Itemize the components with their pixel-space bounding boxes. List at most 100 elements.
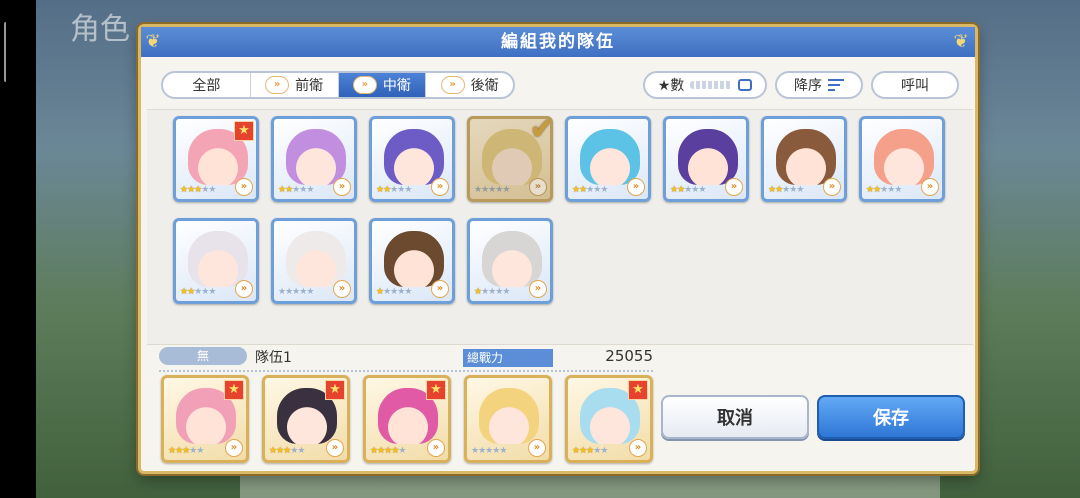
tab-all[interactable]: 全部 [163, 73, 251, 97]
roster-character-card[interactable]: ★★★★★ » [467, 218, 553, 304]
roster-character-card[interactable]: ★★★★★ » [369, 218, 455, 304]
position-front-icon: » [265, 76, 290, 94]
character-portrait [384, 129, 444, 185]
tab-back[interactable]: » 後衛 [426, 73, 513, 97]
rank-badge-icon: ★ [426, 380, 446, 400]
roster-character-card[interactable]: ★★★★★ » [369, 116, 455, 202]
star-icon: ★ [502, 287, 510, 297]
roster-character-card[interactable]: ★★★★★ » [565, 116, 651, 202]
party-slot-card[interactable]: ★★★★★ » ★ [161, 375, 249, 463]
star-icon: ★ [894, 185, 902, 195]
tab-label: 中衛 [382, 78, 411, 94]
party-slot-card[interactable]: ★★★★★ » ★ [262, 375, 350, 463]
call-button[interactable]: 呼叫 [871, 71, 959, 99]
star-icon: ★ [208, 287, 216, 297]
star-icon: ★ [502, 185, 510, 195]
position-icon: » [431, 178, 449, 196]
star-icon: ★ [306, 287, 314, 297]
tab-middle[interactable]: » 中衛 [338, 73, 427, 97]
position-icon: » [326, 439, 344, 457]
rank-badge-icon: ★ [224, 380, 244, 400]
star-rating: ★★★★★ [180, 185, 216, 195]
dialog-title-bar: ❦ 編組我的隊伍 ❦ [141, 27, 975, 57]
background-title: 角色 [70, 12, 130, 47]
rank-badge-icon: ★ [325, 380, 345, 400]
character-portrait [286, 129, 346, 185]
roster-character-card[interactable]: ★★★★★ » [271, 116, 357, 202]
star-rating: ★★★★★ [572, 185, 608, 195]
star-rating: ★★★★★ [471, 446, 507, 456]
sort-icon [828, 79, 844, 91]
star-icon: ★ [404, 287, 412, 297]
star-rating: ★★★★★ [370, 446, 406, 456]
position-icon: » [235, 280, 253, 298]
position-icon: » [333, 178, 351, 196]
total-power-label: 總戰力 [463, 349, 553, 367]
sort-label: 降序 [794, 78, 822, 94]
position-icon: » [529, 178, 547, 196]
count-indicator [690, 81, 733, 89]
party-slot-card[interactable]: ★★★★★ » [464, 375, 552, 463]
tab-label: 前衛 [295, 78, 324, 94]
position-icon: » [725, 178, 743, 196]
roster-character-card[interactable]: ★★★★★ » [859, 116, 945, 202]
position-icon: » [627, 178, 645, 196]
check-icon: ✔ [529, 119, 550, 147]
position-filter-tabs: 全部 » 前衛 » 中衛 » 後衛 [161, 71, 515, 99]
cancel-button[interactable]: 取消 [661, 395, 809, 439]
roster-character-card[interactable]: ★★★★★ » [271, 218, 357, 304]
position-icon: » [235, 178, 253, 196]
party-slot-card[interactable]: ★★★★★ » ★ [363, 375, 451, 463]
star-rating: ★★★★★ [168, 446, 204, 456]
position-icon: » [333, 280, 351, 298]
star-rating: ★★★★★ [180, 287, 216, 297]
star-icon: ★ [196, 446, 204, 456]
team-name: 隊伍1 [255, 350, 292, 366]
position-icon: » [921, 178, 939, 196]
star-rating: ★★★★★ [278, 287, 314, 297]
roster-character-card[interactable]: ★★★★★ » [663, 116, 749, 202]
party-slot-card[interactable]: ★★★★★ » ★ [565, 375, 653, 463]
character-roster: ★★★★★»★★★★★★»★★★★★»★★★★★»✔★★★★★»★★★★★»★★… [147, 109, 973, 345]
call-label: 呼叫 [901, 78, 929, 94]
save-button[interactable]: 保存 [817, 395, 965, 439]
star-count-button[interactable]: ★數 [643, 71, 767, 99]
star-icon: ★ [796, 185, 804, 195]
tab-front[interactable]: » 前衛 [251, 73, 339, 97]
sort-order-button[interactable]: 降序 [775, 71, 863, 99]
star-rating: ★★★★★ [670, 185, 706, 195]
rank-badge-icon: ★ [234, 121, 254, 141]
roster-character-card[interactable]: ★★★★★ » [173, 218, 259, 304]
position-middle-icon: » [352, 76, 377, 94]
star-icon: ★ [306, 185, 314, 195]
rank-badge-icon: ★ [628, 380, 648, 400]
roster-character-card[interactable]: ★★★★★ » ✔ [467, 116, 553, 202]
position-icon: » [427, 439, 445, 457]
star-icon: ★ [297, 446, 305, 456]
roster-character-card[interactable]: ★★★★★ » [761, 116, 847, 202]
position-icon: » [629, 439, 647, 457]
position-icon: » [225, 439, 243, 457]
position-icon: » [431, 280, 449, 298]
tab-label: 後衛 [470, 78, 499, 94]
position-icon: » [529, 280, 547, 298]
star-icon: ★ [404, 185, 412, 195]
tab-label: 全部 [192, 78, 221, 94]
divider [159, 370, 653, 372]
star-icon: ★ [600, 446, 608, 456]
position-icon: » [528, 439, 546, 457]
star-icon: ★ [698, 185, 706, 195]
ornament-icon: ❦ [953, 31, 971, 52]
roster-character-card[interactable]: ★★★★★ » ★ [173, 116, 259, 202]
position-icon: » [823, 178, 841, 196]
star-rating: ★★★★★ [572, 446, 608, 456]
character-portrait [776, 129, 836, 185]
team-edit-dialog: ❦ 編組我的隊伍 ❦ 全部 » 前衛 » 中衛 » 後衛 ★數 降序 呼叫 ★★★★★… [138, 24, 978, 474]
character-portrait [580, 129, 640, 185]
position-back-icon: » [440, 76, 465, 94]
device-edge [0, 0, 36, 498]
star-count-label: ★數 [657, 78, 685, 94]
character-portrait [384, 231, 444, 287]
star-rating: ★★★★★ [376, 287, 412, 297]
window-icon [738, 79, 753, 91]
